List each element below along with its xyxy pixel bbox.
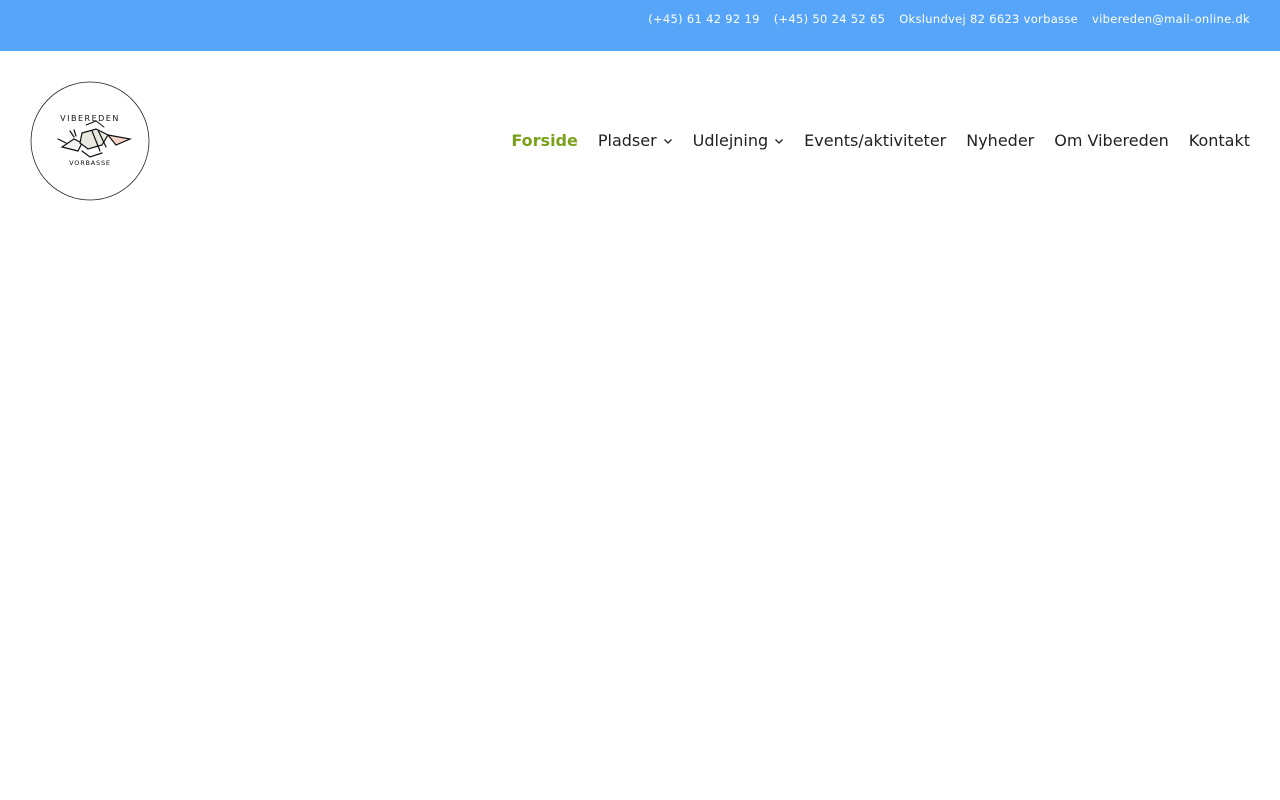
contact-links: (+45) 61 42 92 19 (+45) 50 24 52 65 Oksl… <box>648 12 1250 26</box>
nav-item-label: Pladser <box>597 131 657 150</box>
main-navigation: Forside Pladser Udlejning Events/aktivit… <box>511 131 1250 150</box>
site-logo[interactable]: VIBEREDEN VORBASSE <box>30 81 150 201</box>
logo-text-bottom: VORBASSE <box>69 159 111 167</box>
vibereden-logo-icon: VIBEREDEN VORBASSE <box>30 81 150 201</box>
nav-item-nyheder[interactable]: Nyheder <box>966 131 1034 150</box>
nav-item-label: Om Vibereden <box>1054 131 1169 150</box>
phone-link-2[interactable]: (+45) 50 24 52 65 <box>774 12 886 26</box>
nav-item-kontakt[interactable]: Kontakt <box>1189 131 1250 150</box>
nav-item-forside[interactable]: Forside <box>511 131 577 150</box>
nav-item-label: Udlejning <box>692 131 769 150</box>
logo-text-top: VIBEREDEN <box>60 114 120 123</box>
nav-item-pladser[interactable]: Pladser <box>598 131 673 150</box>
chevron-down-icon <box>774 136 784 146</box>
top-contact-bar: (+45) 61 42 92 19 (+45) 50 24 52 65 Oksl… <box>0 0 1280 51</box>
nav-item-label: Events/aktiviteter <box>804 131 947 150</box>
nav-item-udlejning[interactable]: Udlejning <box>693 131 784 150</box>
address-link[interactable]: Okslundvej 82 6623 vorbasse <box>899 12 1078 26</box>
email-link[interactable]: vibereden@mail-online.dk <box>1092 12 1250 26</box>
site-header: VIBEREDEN VORBASSE Forside Pladser Udlej… <box>0 51 1280 231</box>
nav-item-label: Kontakt <box>1188 131 1250 150</box>
nav-item-events[interactable]: Events/aktiviteter <box>804 131 946 150</box>
chevron-down-icon <box>663 136 673 146</box>
phone-link-1[interactable]: (+45) 61 42 92 19 <box>648 12 760 26</box>
nav-item-label: Nyheder <box>966 131 1035 150</box>
nav-item-label: Forside <box>511 131 578 150</box>
nav-item-om-vibereden[interactable]: Om Vibereden <box>1054 131 1169 150</box>
